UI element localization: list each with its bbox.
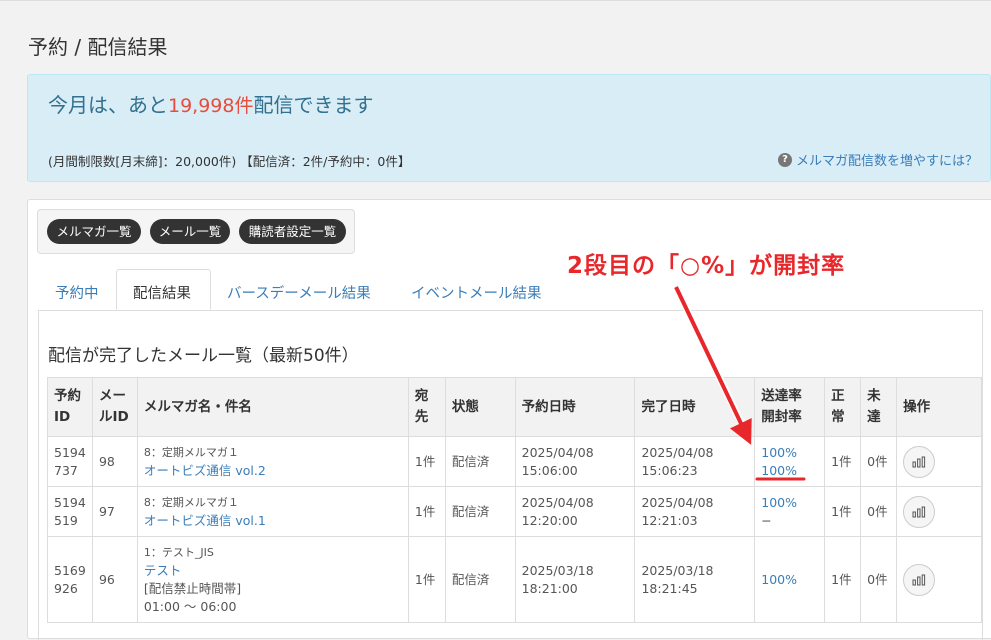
status: 配信済	[444, 486, 516, 537]
quota-message: 今月は、あと19,998件配信できます	[48, 89, 373, 118]
magazine-list-button[interactable]: メルマガ一覧	[47, 219, 141, 244]
normal-count: 1件	[824, 436, 862, 487]
undelivered-count: 0件	[860, 486, 898, 537]
header-reserve-id[interactable]: 予約 ID	[47, 377, 93, 437]
table-row: 5194 519 97 8：定期メルマガ１ オートビズ通信 vol.1 1件 配信…	[47, 486, 982, 537]
subscriber-settings-button[interactable]: 購読者設定一覧	[239, 219, 346, 244]
recipients: 1件	[407, 436, 446, 487]
stats-button[interactable]	[903, 563, 936, 596]
header-recipients[interactable]: 宛先	[407, 377, 446, 437]
table-row: 5194 737 98 8：定期メルマガ１ オートビズ通信 vol.2 1件 配信…	[47, 436, 982, 487]
reserved-at: 2025/04/08 12:20:00	[514, 486, 636, 537]
quota-prefix: 今月は、あと	[48, 93, 168, 117]
header-rates[interactable]: 送達率 開封率	[754, 377, 826, 437]
magazine-name: 1：テスト_JIS	[143, 545, 214, 559]
mail-id: 96	[91, 536, 138, 623]
tab-birthday-results[interactable]: バースデーメール結果	[227, 282, 371, 303]
delivery-rate-link[interactable]: 100%	[761, 494, 818, 512]
mail-id: 98	[91, 436, 138, 487]
open-rate-link[interactable]: 100%	[761, 462, 818, 480]
normal-count: 1件	[824, 536, 862, 623]
delivery-rate-link[interactable]: 100%	[761, 571, 818, 589]
undelivered-count: 0件	[860, 536, 898, 623]
operations-cell	[896, 436, 982, 487]
top-border	[0, 0, 991, 1]
annotation-label: 2段目の「○%」が開封率	[567, 253, 846, 279]
question-circle-icon: ?	[777, 152, 792, 167]
magazine-name: 8：定期メルマガ１	[143, 495, 239, 509]
increase-quota-label: メルマガ配信数を増やすには？	[795, 154, 978, 169]
subject-link[interactable]: テスト	[144, 562, 402, 580]
reserve-id: 5194 737	[47, 436, 93, 487]
stats-button[interactable]	[903, 495, 936, 528]
header-reserved-at[interactable]: 予約日時	[514, 377, 636, 437]
subject-link[interactable]: オートビズ通信 vol.1	[144, 512, 402, 530]
reserve-id: 5194 519	[47, 486, 93, 537]
results-table: 予約 ID メー ルID メルマガ名・件名 宛先 状態 予約日時 完了日時 送達率開…	[47, 377, 982, 623]
status: 配信済	[444, 536, 516, 623]
quota-suffix: 配信できます	[253, 93, 374, 117]
header-status[interactable]: 状態	[444, 377, 516, 437]
status: 配信済	[444, 436, 516, 487]
nav-button-group: メルマガ一覧 メール一覧 購読者設定一覧	[37, 209, 355, 254]
tab-delivery-results[interactable]: 配信結果	[116, 269, 211, 310]
completed-at: 2025/04/08 12:21:03	[634, 486, 756, 537]
remaining-count: 19,998件	[168, 95, 254, 117]
reserve-id: 5169 926	[47, 536, 93, 623]
bar-chart-icon	[912, 456, 926, 467]
quota-alert: 今月は、あと19,998件配信できます (月間制限数[月末締]：20,000件)…	[27, 74, 991, 182]
undelivered-count: 0件	[860, 436, 898, 487]
bar-chart-icon	[912, 574, 926, 585]
section-title: 配信が完了したメール一覧（最新50件）	[48, 346, 359, 366]
header-normal[interactable]: 正常	[824, 377, 862, 437]
reserved-at: 2025/04/08 15:06:00	[514, 436, 636, 487]
completed-at: 2025/04/08 15:06:23	[634, 436, 756, 487]
recipients: 1件	[407, 536, 446, 623]
operations-cell	[896, 486, 982, 537]
quota-detail: (月間制限数[月末締]：20,000件) 【配信済：2件/予約中：0件】	[48, 154, 411, 169]
reserved-at: 2025/03/18 18:21:00	[514, 536, 636, 623]
increase-quota-link[interactable]: ? メルマガ配信数を増やすには？	[777, 150, 978, 169]
recipients: 1件	[407, 486, 446, 537]
page-title: 予約 / 配信結果	[28, 35, 168, 59]
rates-cell: 100%	[754, 536, 826, 623]
header-operations: 操作	[896, 377, 982, 437]
subject-link[interactable]: オートビズ通信 vol.2	[144, 462, 402, 480]
table-header-row: 予約 ID メー ルID メルマガ名・件名 宛先 状態 予約日時 完了日時 送達率開…	[47, 377, 982, 437]
header-magazine-subject[interactable]: メルマガ名・件名	[136, 377, 409, 437]
table-row: 5169 926 96 1：テスト_JIS テスト [配信禁止時間帯] 01:00…	[47, 536, 982, 623]
normal-count: 1件	[824, 486, 862, 537]
tab-content: 配信が完了したメール一覧（最新50件） 予約 ID メー ルID メルマガ名・件名 …	[38, 310, 983, 640]
mail-id: 97	[91, 486, 138, 537]
header-undelivered[interactable]: 未達	[860, 377, 898, 437]
results-panel: メルマガ一覧 メール一覧 購読者設定一覧 予約中 配信結果 バースデーメール結果…	[27, 199, 991, 640]
magazine-cell: 1：テスト_JIS テスト [配信禁止時間帯] 01:00 〜 06:00	[136, 536, 409, 623]
magazine-cell: 8：定期メルマガ１ オートビズ通信 vol.1	[136, 486, 409, 537]
operations-cell	[896, 536, 982, 623]
stats-button[interactable]	[903, 445, 936, 478]
completed-at: 2025/03/18 18:21:45	[634, 536, 756, 623]
bar-chart-icon	[912, 506, 926, 517]
restriction-note: [配信禁止時間帯]	[143, 580, 242, 596]
mail-list-button[interactable]: メール一覧	[150, 219, 230, 244]
open-rate-value: −	[761, 512, 772, 528]
tab-reserved[interactable]: 予約中	[55, 282, 99, 303]
magazine-cell: 8：定期メルマガ１ オートビズ通信 vol.2	[136, 436, 409, 487]
tab-event-results[interactable]: イベントメール結果	[411, 282, 542, 303]
header-mail-id[interactable]: メー ルID	[91, 377, 138, 437]
rates-cell: 100% −	[754, 486, 826, 537]
delivery-rate-link[interactable]: 100%	[761, 444, 818, 462]
magazine-name: 8：定期メルマガ１	[143, 445, 239, 459]
header-completed-at[interactable]: 完了日時	[634, 377, 756, 437]
restriction-time: 01:00 〜 06:00	[143, 598, 237, 614]
rates-cell: 100% 100%	[754, 436, 826, 487]
